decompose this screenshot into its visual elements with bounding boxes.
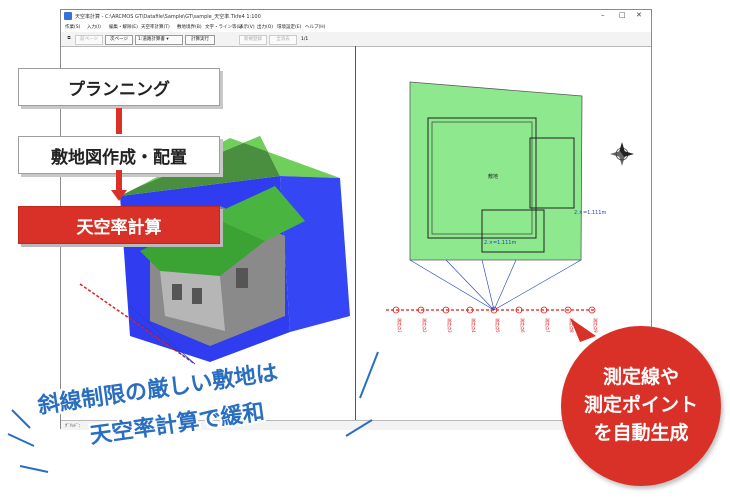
accent-stroke: [345, 419, 373, 437]
accent-stroke: [7, 433, 35, 447]
feature-badge: 測定線や 測定ポイント を自動生成: [561, 326, 721, 486]
badge-line3: を自動生成: [593, 423, 689, 444]
accent-stroke: [19, 465, 49, 473]
badge-line2: 測定ポイント: [583, 395, 698, 416]
badge-line1: 測定線や: [602, 367, 679, 388]
accent-stroke: [11, 409, 31, 429]
badge-pointer: [570, 318, 596, 342]
accent-stroke: [359, 351, 379, 399]
